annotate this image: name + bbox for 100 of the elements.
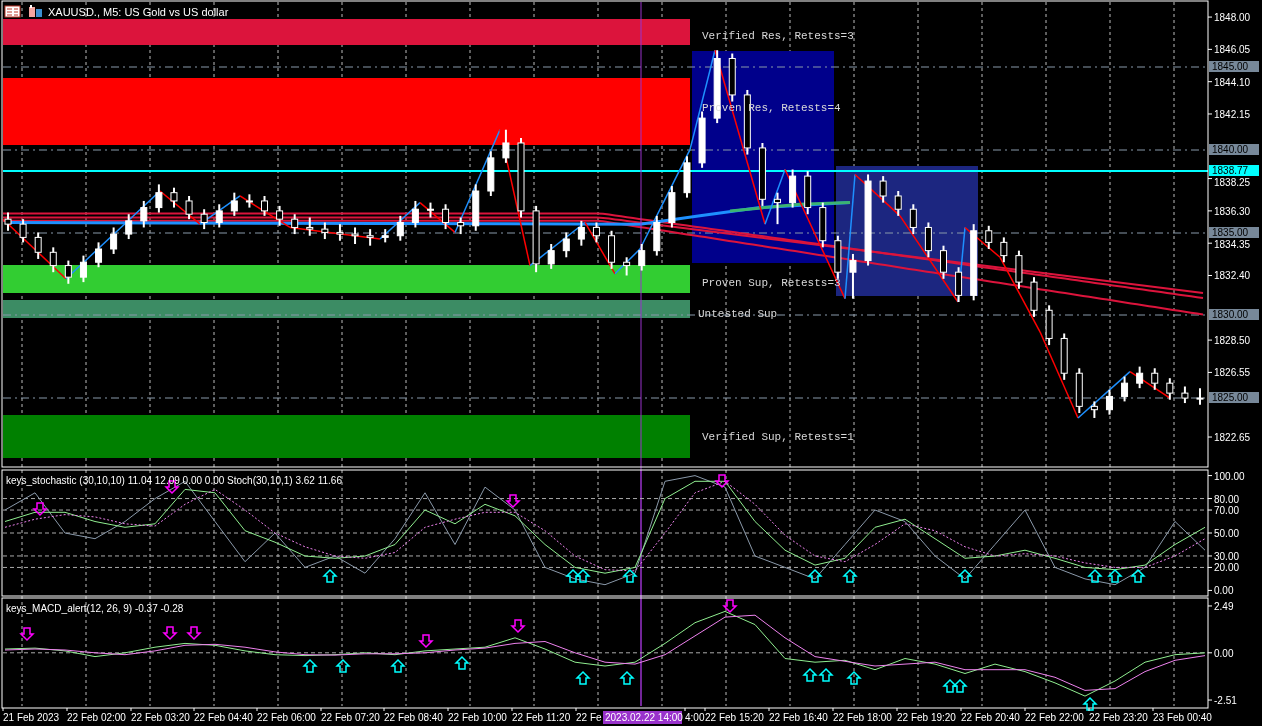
axis-label: 1834.35 xyxy=(1214,239,1251,250)
axis-label: 1838.25 xyxy=(1214,177,1251,188)
candlestick xyxy=(95,241,103,269)
price-level-badge: 1838.77 xyxy=(1209,165,1259,176)
up-arrow-icon xyxy=(957,568,973,583)
indicator-label: keys_stochastic (30,10,10) 11.04 12.09 0.00 0.00 Stoch(30,10,1) 3.62 11.66 xyxy=(6,475,342,486)
time-axis-label: 22 Feb 22:00 xyxy=(1025,712,1084,723)
time-axis-label: 22 Feb 18:00 xyxy=(833,712,892,723)
time-axis-label: 23 Feb 00:40 xyxy=(1153,712,1212,723)
down-arrow-icon xyxy=(510,619,526,634)
candlestick xyxy=(381,228,389,244)
axis-label: 1842.15 xyxy=(1214,109,1251,120)
candlestick xyxy=(230,191,238,217)
candlestick xyxy=(608,229,616,270)
candlestick xyxy=(562,231,570,259)
candlestick xyxy=(1030,276,1038,318)
candlestick xyxy=(819,201,827,249)
candlestick xyxy=(834,234,842,280)
window-title: XAUUSD., M5: US Gold vs US dollar xyxy=(48,6,229,18)
price-level-badge: 1825.00 xyxy=(1209,392,1259,403)
up-arrow-icon xyxy=(1087,568,1103,583)
axis-label: 30.00 xyxy=(1214,550,1240,562)
candlestick xyxy=(396,214,404,242)
zigzag-line xyxy=(199,195,241,225)
candlestick xyxy=(743,88,751,156)
candlestick xyxy=(276,204,284,227)
axis-label: 50.00 xyxy=(1214,528,1240,539)
up-arrow-icon xyxy=(942,678,958,693)
down-arrow-icon xyxy=(19,627,35,642)
up-arrow-icon xyxy=(1107,568,1123,583)
time-axis-label: 22 Feb 20:40 xyxy=(961,712,1020,723)
price-level-badge: 1845.00 xyxy=(1209,61,1259,72)
candlestick xyxy=(1121,375,1129,403)
up-arrow-icon xyxy=(335,658,351,673)
candlestick xyxy=(547,243,555,270)
time-axis-label: 21 Feb 2023 xyxy=(3,712,60,723)
up-arrow-icon xyxy=(390,658,406,673)
candlestick xyxy=(140,199,148,229)
candlestick xyxy=(4,211,12,232)
time-axis-label: 22 Feb 19:20 xyxy=(897,712,956,723)
chart-list-icon xyxy=(4,5,21,18)
price-level-badge: 1840.00 xyxy=(1209,144,1259,155)
axis-label: 1826.55 xyxy=(1214,367,1251,379)
candlestick xyxy=(336,223,344,242)
candlestick xyxy=(1166,377,1174,401)
candlestick xyxy=(110,226,118,255)
down-arrow-icon xyxy=(505,494,521,509)
up-arrow-icon xyxy=(807,568,823,583)
candlestick xyxy=(427,201,434,219)
candlestick xyxy=(1196,387,1204,406)
candlestick xyxy=(34,231,42,260)
candlestick xyxy=(1060,332,1068,381)
price-level-badge: 1830.00 xyxy=(1209,309,1259,320)
candlestick xyxy=(668,185,676,229)
candlestick xyxy=(306,216,314,237)
candlestick xyxy=(457,216,465,236)
axis-label: 20.00 xyxy=(1214,562,1240,574)
candlestick xyxy=(245,193,253,209)
candlestick xyxy=(683,155,691,199)
axis-label: 100.00 xyxy=(1214,470,1245,482)
candlestick xyxy=(49,246,57,274)
candlestick xyxy=(351,226,359,245)
axis-label: 1844.10 xyxy=(1214,76,1251,88)
candlestick xyxy=(1000,236,1008,264)
candlestick xyxy=(698,110,706,169)
candlestick xyxy=(79,254,87,284)
zone-label: Untested Sup xyxy=(698,308,778,320)
time-axis-label: 22 Feb 03:20 xyxy=(131,712,190,723)
candlestick xyxy=(1075,367,1083,414)
candlestick xyxy=(185,195,193,221)
candlestick xyxy=(1090,400,1098,419)
candlestick xyxy=(442,203,450,231)
candlestick xyxy=(577,219,585,247)
axis-label: 1848.00 xyxy=(1214,12,1251,24)
candlestick xyxy=(1181,385,1189,405)
time-axis-label: 22 Feb 08:40 xyxy=(384,712,443,723)
up-arrow-icon xyxy=(619,670,635,685)
axis-label: 1832.40 xyxy=(1214,270,1251,282)
chart-bars-icon xyxy=(29,5,42,17)
candlestick xyxy=(170,186,178,209)
time-axis-label: 22 Feb 04:40 xyxy=(194,712,253,723)
candlestick xyxy=(879,175,887,204)
candlestick xyxy=(653,214,661,257)
price-level-badge: 1835.00 xyxy=(1209,227,1259,238)
candlestick xyxy=(261,195,268,217)
time-axis-label: 22 Feb 23:20 xyxy=(1089,712,1148,723)
candlestick xyxy=(502,128,510,164)
candlestick xyxy=(955,266,963,303)
candlestick xyxy=(894,190,902,217)
up-arrow-icon xyxy=(575,568,591,583)
candlestick xyxy=(200,208,208,231)
zone-label: Verified Res, Retests=3 xyxy=(702,30,854,42)
up-arrow-icon xyxy=(1082,696,1098,711)
candlestick xyxy=(155,183,163,214)
down-arrow-icon xyxy=(32,502,48,517)
candlestick xyxy=(64,259,72,285)
time-axis-label: 22 Feb 06:00 xyxy=(257,712,316,723)
time-axis-label: 22 Feb 02:00 xyxy=(67,712,126,723)
candlestick xyxy=(909,203,917,236)
candlestick xyxy=(19,218,27,244)
